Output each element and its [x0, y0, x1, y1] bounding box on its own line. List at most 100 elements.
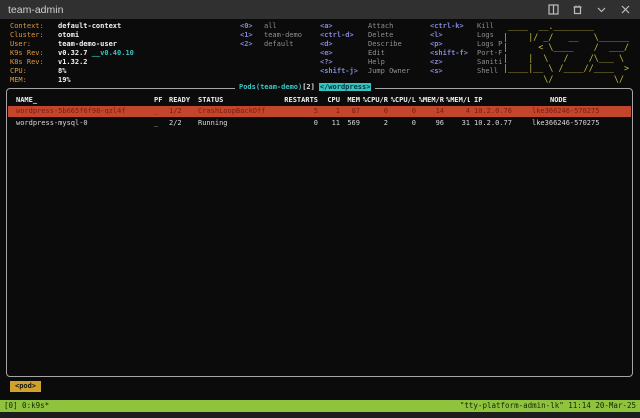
chevron-down-icon[interactable] [594, 3, 608, 17]
table-cell: 11 [320, 119, 340, 128]
resource-scope: (team-demo) [256, 83, 302, 91]
hotkey-item[interactable]: <a>Attach [320, 22, 410, 31]
info-label: K9s Rev: [10, 49, 58, 58]
hotkey-key: <z> [430, 58, 477, 67]
window-titlebar: team-admin [0, 0, 640, 19]
terminal-window: team-admin Context:default-contextCluste… [0, 0, 640, 418]
split-terminal-icon[interactable] [546, 3, 560, 17]
hotkey-item[interactable]: <ctrl-d>Delete [320, 31, 410, 40]
hotkey-key: <shift-f> [430, 49, 477, 58]
info-value: otomi [58, 31, 79, 39]
info-label: K8s Rev: [10, 58, 58, 67]
header-info-line: Cluster:otomi [10, 31, 134, 40]
hotkey-item[interactable]: <e>Edit [320, 49, 410, 58]
action-hotkeys-1: <a>Attach<ctrl-d>Delete<d>Describe<e>Edi… [320, 22, 410, 76]
hotkey-label: Describe [368, 40, 402, 48]
hotkey-key: <p> [430, 40, 477, 49]
column-header[interactable]: RESTARTS [248, 96, 318, 105]
header-info-line: K8s Rev:v1.32.2 [10, 58, 134, 67]
hotkey-item[interactable]: <ctrl-k>Kill [430, 22, 502, 31]
hotkey-item[interactable]: <1>team-demo [240, 31, 302, 40]
k9s-terminal: Context:default-contextCluster:otomiUser… [0, 19, 640, 400]
table-cell: _ [154, 107, 167, 116]
hotkey-label: Help [368, 58, 385, 66]
resource-name: Pods [239, 83, 256, 91]
hotkey-key: <2> [240, 40, 264, 49]
hotkey-label: Logs P [477, 40, 502, 48]
trash-icon[interactable] [570, 3, 584, 17]
info-label: MEM: [10, 76, 58, 85]
column-header[interactable]: MEM [342, 96, 360, 105]
column-header[interactable]: READY [169, 96, 197, 105]
hotkey-item[interactable]: <s>Shell [430, 67, 502, 76]
info-label: Context: [10, 22, 58, 31]
table-cell: 10.2.0.76 [474, 107, 530, 116]
close-icon[interactable] [618, 3, 632, 17]
hotkey-label: Attach [368, 22, 393, 30]
column-header[interactable]: NAME_ [16, 96, 146, 105]
hotkey-label: Saniti [477, 58, 502, 66]
hotkey-label: Port-F [477, 49, 502, 57]
table-cell: wordpress-mysql-0 [16, 119, 146, 128]
column-header[interactable]: CPU [320, 96, 340, 105]
hotkey-label: Shell [477, 67, 498, 75]
table-cell: 14 [418, 107, 444, 116]
hotkey-item[interactable]: <p>Logs P [430, 40, 502, 49]
table-cell: _ [154, 119, 167, 128]
hotkey-item[interactable]: <0>all [240, 22, 302, 31]
hotkey-item[interactable]: <z>Saniti [430, 58, 502, 67]
window-title: team-admin [8, 4, 63, 16]
table-row[interactable]: wordpress-mysql-0_2/2Running011569209631… [8, 118, 631, 129]
table-cell: 0 [248, 119, 318, 128]
hotkey-key: <a> [320, 22, 368, 31]
pods-table: Pods(team-demo)[2]</wordpress> NAME_PFRE… [6, 88, 633, 377]
upgrade-version: __v0.40.10 [88, 49, 134, 57]
column-header[interactable]: PF [154, 96, 167, 105]
header-info-line: User:team-demo-user [10, 40, 134, 49]
hotkey-item[interactable]: <shift-j>Jump Owner [320, 67, 410, 76]
table-cell: lke366246-570275 [532, 119, 632, 128]
column-header[interactable]: %MEM/L [446, 96, 470, 105]
hotkey-key: <e> [320, 49, 368, 58]
breadcrumb-pod[interactable]: <pod> [10, 381, 41, 392]
info-value: v1.32.2 [58, 58, 88, 66]
info-value: v0.32.7 [58, 49, 88, 57]
hotkey-label: Kill [477, 22, 494, 30]
table-cell: 10.2.0.77 [474, 119, 530, 128]
table-cell: 569 [342, 119, 360, 128]
info-label: Cluster: [10, 31, 58, 40]
hotkey-key: <d> [320, 40, 368, 49]
table-cell: 31 [446, 119, 470, 128]
hotkey-key: <1> [240, 31, 264, 40]
table-header-row: NAME_PFREADYSTATUSRESTARTSCPUMEM%CPU/R%C… [8, 95, 631, 106]
header-info-line: Context:default-context [10, 22, 134, 31]
hotkey-item[interactable]: <l>Logs [430, 31, 502, 40]
hotkey-key: <l> [430, 31, 477, 40]
table-cell: 96 [418, 119, 444, 128]
column-header[interactable]: %CPU/R [362, 96, 388, 105]
column-header[interactable]: %CPU/L [390, 96, 416, 105]
table-cell: 0 [362, 107, 388, 116]
header-info-line: K9s Rev:v0.32.7 __v0.40.10 [10, 49, 134, 58]
hotkey-key: <ctrl-k> [430, 22, 477, 31]
table-cell: 1/2 [169, 107, 197, 116]
hotkey-label: default [264, 40, 294, 48]
info-value: team-demo-user [58, 40, 117, 48]
hotkey-label: Delete [368, 31, 393, 39]
hotkey-item[interactable]: <shift-f>Port-F [430, 49, 502, 58]
column-header[interactable]: %MEM/R [418, 96, 444, 105]
column-header[interactable]: IP [474, 96, 530, 105]
table-cell: lke366246-570275 [532, 107, 632, 116]
hotkey-item[interactable]: <2>default [240, 40, 302, 49]
table-row[interactable]: wordpress-5b665f6f98-qzl4f_1/2CrashLoopB… [8, 106, 631, 117]
table-cell: 0 [390, 119, 416, 128]
column-header[interactable]: NODE [550, 96, 640, 105]
hotkey-item[interactable]: <d>Describe [320, 40, 410, 49]
hotkey-key: <?> [320, 58, 368, 67]
table-cell: wordpress-5b665f6f98-qzl4f [16, 107, 146, 116]
hotkey-label: Edit [368, 49, 385, 57]
table-cell: 2 [362, 119, 388, 128]
hotkey-item[interactable]: <?>Help [320, 58, 410, 67]
hotkey-key: <s> [430, 67, 477, 76]
filter-badge: </wordpress> [319, 83, 372, 91]
